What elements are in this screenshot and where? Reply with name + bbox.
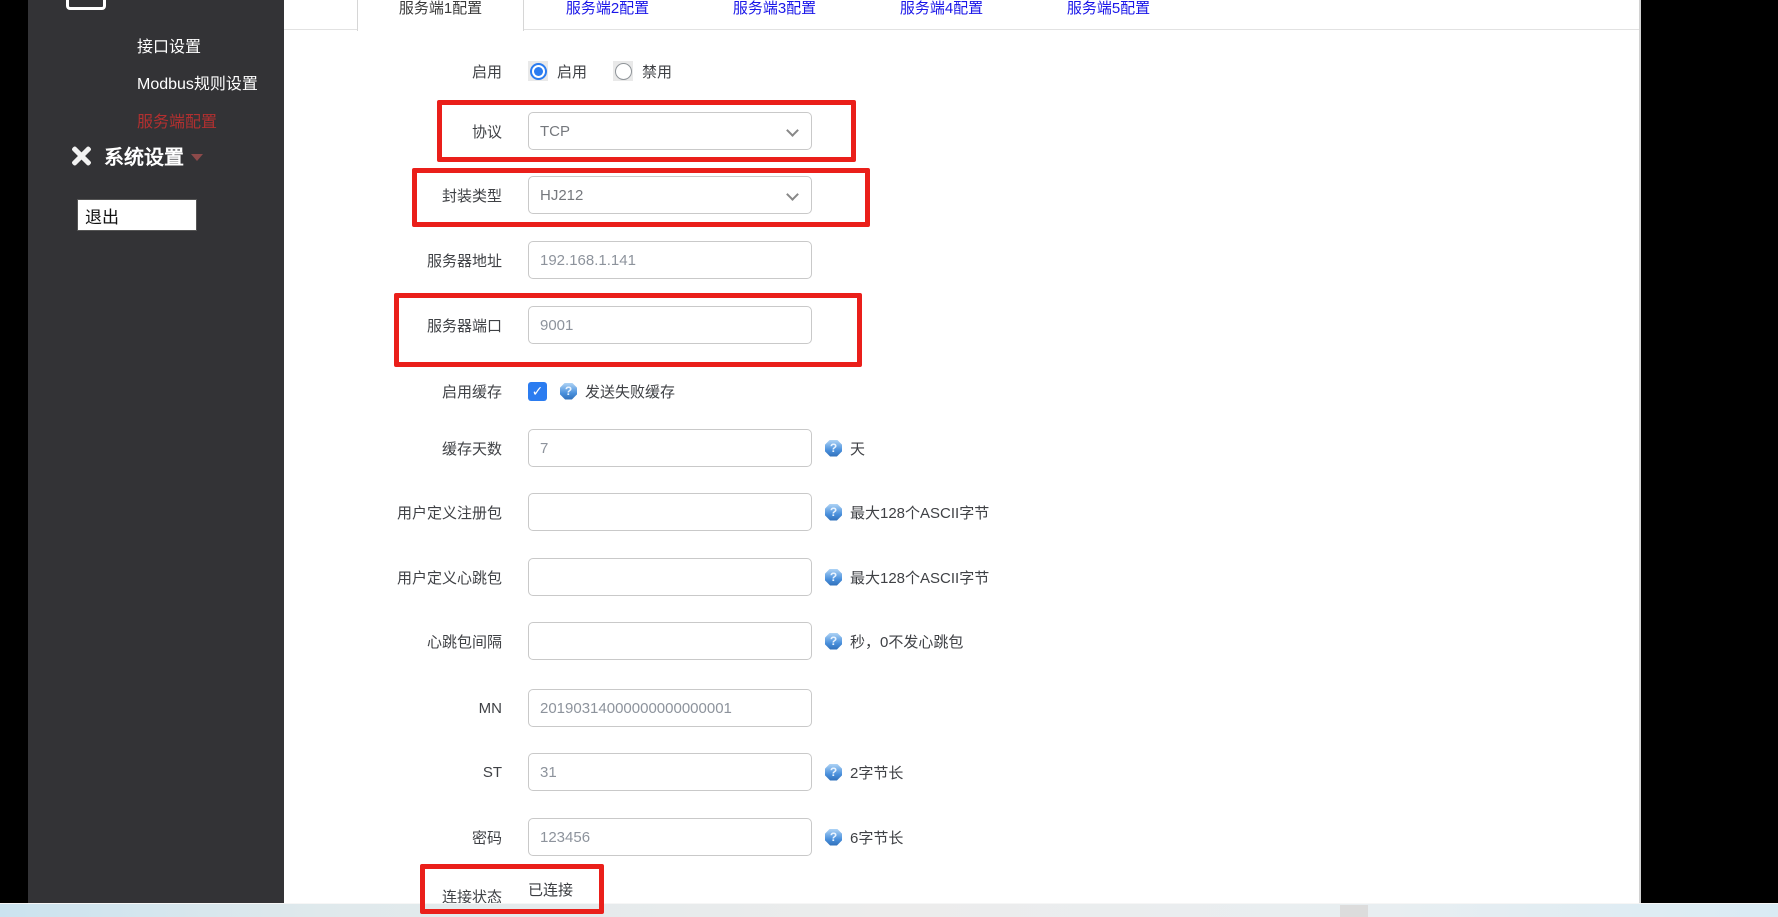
form-row-register-packet: 用户定义注册包 最大128个ASCII字节 <box>284 493 1384 531</box>
enable-option-label: 启用 <box>557 61 587 82</box>
enable-radio[interactable] <box>528 61 548 81</box>
register-packet-hint: 最大128个ASCII字节 <box>850 502 989 523</box>
protocol-select[interactable]: TCP <box>528 112 812 150</box>
logout-button[interactable]: 退出 <box>77 199 197 231</box>
dashboard-icon <box>66 0 106 10</box>
help-icon[interactable] <box>825 569 842 586</box>
heartbeat-packet-input[interactable] <box>528 558 812 596</box>
heartbeat-interval-hint: 秒，0不发心跳包 <box>850 631 963 652</box>
form-row-heartbeat-packet: 用户定义心跳包 最大128个ASCII字节 <box>284 558 1384 596</box>
form-row-server-port: 服务器端口 <box>284 306 1384 344</box>
chevron-down-icon <box>786 124 799 137</box>
sidebar-item-modbus-rules[interactable]: Modbus规则设置 <box>137 70 258 94</box>
form-row-st: ST 2字节长 <box>284 753 1384 791</box>
form-row-cache-enable: 启用缓存 发送失败缓存 <box>284 372 1384 410</box>
server-address-input[interactable] <box>528 241 812 279</box>
mn-input[interactable] <box>528 689 812 727</box>
cache-days-label: 缓存天数 <box>284 438 502 459</box>
form-row-server-address: 服务器地址 <box>284 241 1384 279</box>
app-window: 接口设置 Modbus规则设置 服务端配置 系统设置 退出 服务端1配置 服务端… <box>0 0 1778 917</box>
st-input[interactable] <box>528 753 812 791</box>
heartbeat-packet-hint: 最大128个ASCII字节 <box>850 567 989 588</box>
left-black-strip <box>0 0 28 903</box>
scrollbar-thumb[interactable] <box>1340 905 1368 917</box>
enable-label: 启用 <box>284 61 502 82</box>
password-hint: 6字节长 <box>850 827 903 848</box>
help-icon[interactable] <box>825 764 842 781</box>
chevron-down-icon <box>786 188 799 201</box>
horizontal-scrollbar[interactable] <box>0 903 1778 917</box>
system-settings-label: 系统设置 <box>104 141 184 170</box>
logout-label: 退出 <box>85 203 119 228</box>
help-icon[interactable] <box>825 829 842 846</box>
password-label: 密码 <box>284 827 502 848</box>
wrench-icon <box>68 143 94 169</box>
form-row-enable: 启用 启用 禁用 <box>284 52 1384 90</box>
encapsulation-label: 封装类型 <box>284 185 502 206</box>
form-row-protocol: 协议 TCP <box>284 112 1384 150</box>
chevron-down-icon <box>191 154 203 161</box>
form-row-encapsulation: 封装类型 HJ212 <box>284 176 1384 214</box>
connection-status-value: 已连接 <box>528 879 573 900</box>
sidebar: 接口设置 Modbus规则设置 服务端配置 系统设置 退出 <box>28 0 284 903</box>
sidebar-item-system-settings[interactable]: 系统设置 <box>68 141 203 170</box>
protocol-label: 协议 <box>284 121 502 142</box>
encapsulation-select[interactable]: HJ212 <box>528 176 812 214</box>
sidebar-item-interface-settings[interactable]: 接口设置 <box>137 33 201 57</box>
heartbeat-interval-input[interactable] <box>528 622 812 660</box>
tab-server1-config[interactable]: 服务端1配置 <box>357 0 524 31</box>
cache-days-input[interactable] <box>528 429 812 467</box>
st-label: ST <box>284 764 502 781</box>
server-address-label: 服务器地址 <box>284 250 502 271</box>
cache-enable-checkbox[interactable] <box>528 382 547 401</box>
right-black-strip <box>1639 0 1778 903</box>
heartbeat-packet-label: 用户定义心跳包 <box>284 567 502 588</box>
heartbeat-interval-label: 心跳包间隔 <box>284 631 502 652</box>
cache-enable-label: 启用缓存 <box>284 381 502 402</box>
disable-option-label: 禁用 <box>642 61 672 82</box>
register-packet-input[interactable] <box>528 493 812 531</box>
help-icon[interactable] <box>825 633 842 650</box>
help-icon[interactable] <box>560 383 577 400</box>
cache-enable-hint: 发送失败缓存 <box>585 381 675 402</box>
form-row-cache-days: 缓存天数 天 <box>284 429 1384 467</box>
form-row-mn: MN <box>284 689 1384 727</box>
sidebar-item-server-config[interactable]: 服务端配置 <box>137 108 217 132</box>
st-hint: 2字节长 <box>850 762 903 783</box>
help-icon[interactable] <box>825 440 842 457</box>
disable-radio[interactable] <box>613 61 633 81</box>
server-port-label: 服务器端口 <box>284 315 502 336</box>
form-row-heartbeat-interval: 心跳包间隔 秒，0不发心跳包 <box>284 622 1384 660</box>
server-port-input[interactable] <box>528 306 812 344</box>
cache-days-hint: 天 <box>850 438 865 459</box>
form-row-password: 密码 6字节长 <box>284 818 1384 856</box>
help-icon[interactable] <box>825 504 842 521</box>
mn-label: MN <box>284 700 502 717</box>
register-packet-label: 用户定义注册包 <box>284 502 502 523</box>
server-config-form: 启用 启用 禁用 协议 TCP 封装类型 HJ212 服务器地址 服务器端 <box>284 0 1384 917</box>
password-input[interactable] <box>528 818 812 856</box>
